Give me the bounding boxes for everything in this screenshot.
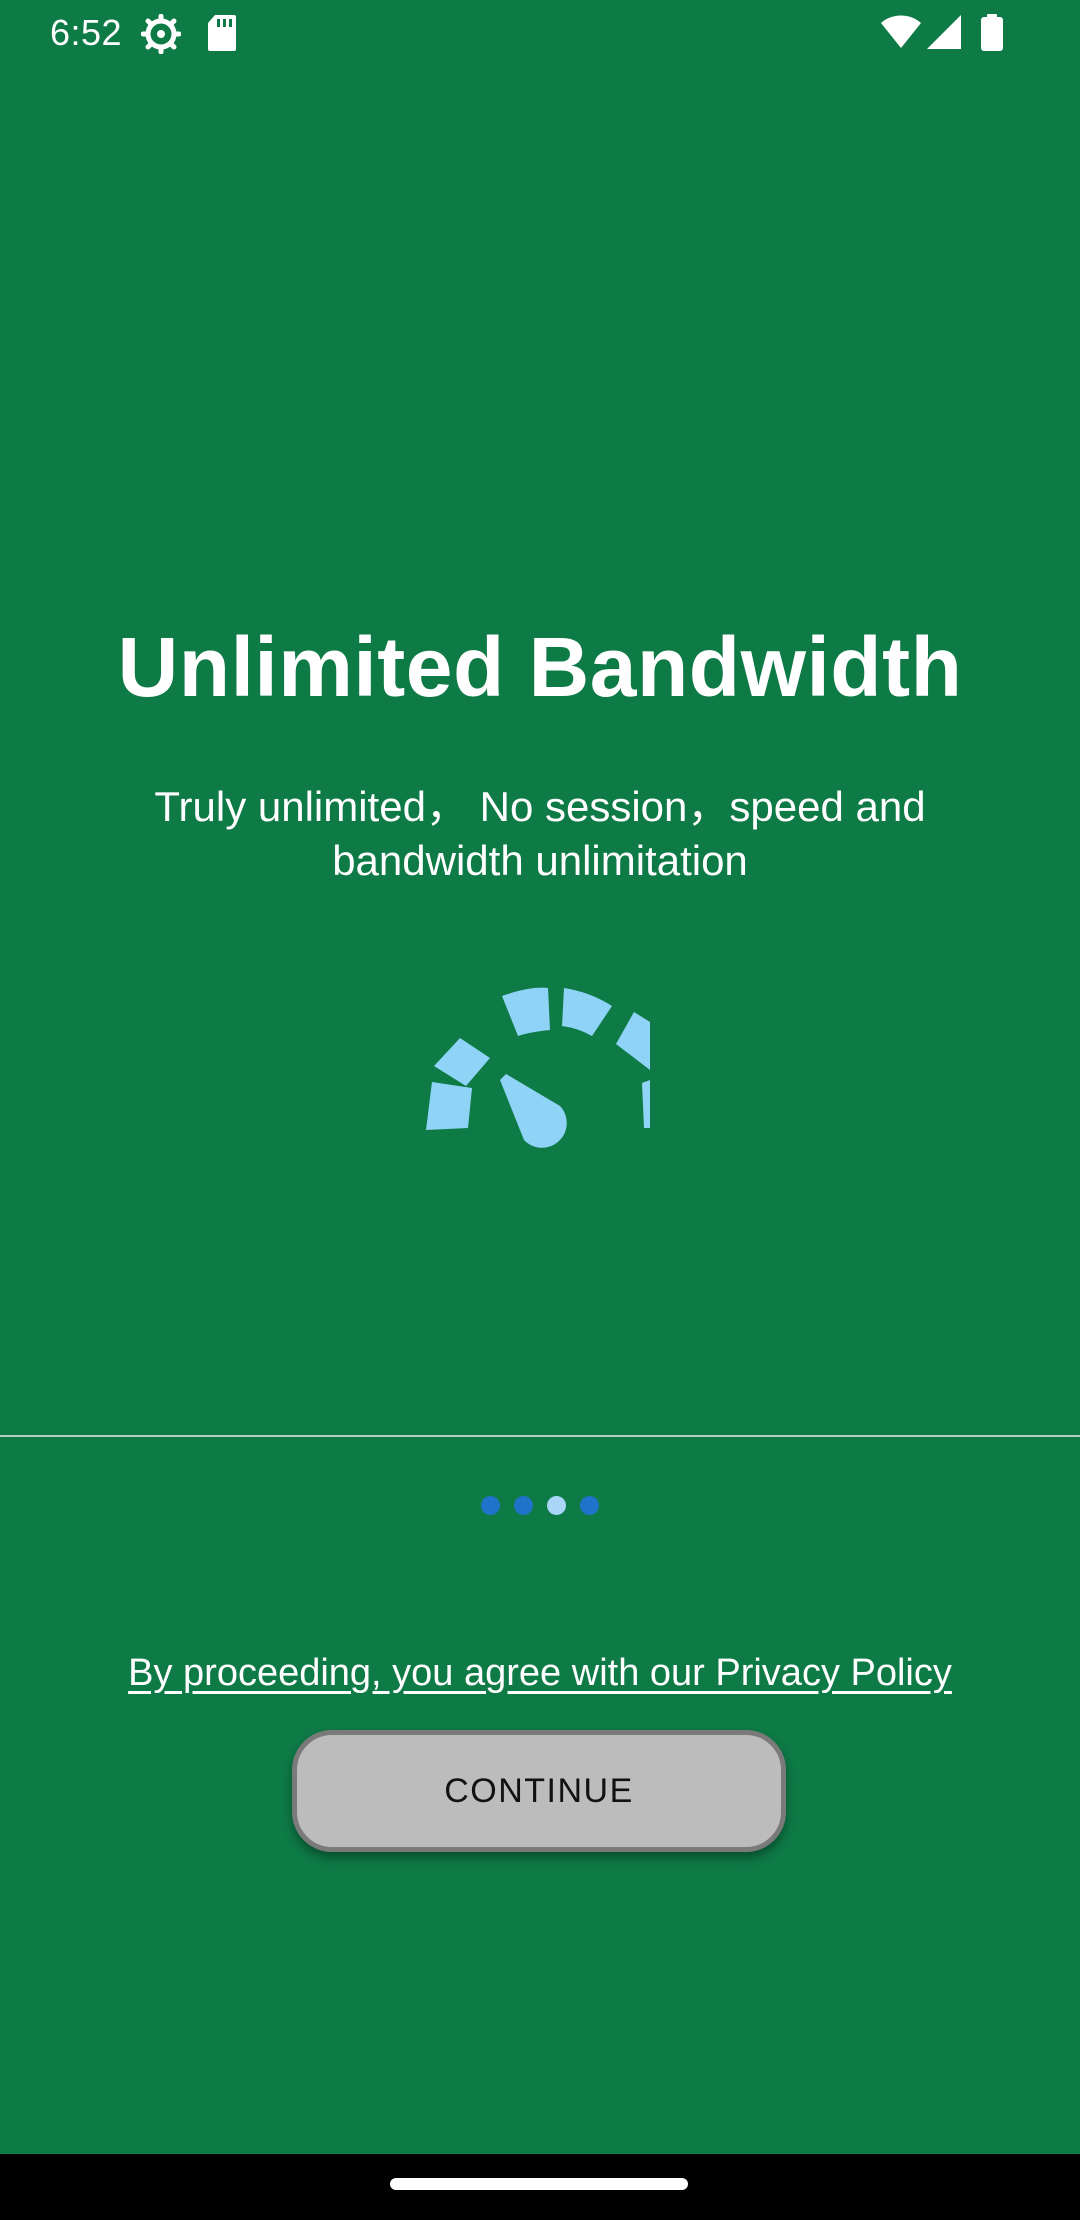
gauge-segment (642, 1080, 650, 1128)
page-title: Unlimited Bandwidth (117, 620, 963, 714)
page-dot (580, 1496, 599, 1515)
page-indicator (0, 1496, 1080, 1516)
status-time: 6:52 (50, 12, 123, 53)
onboarding-screen: 6:52 Unlimited Bandwidth Truly unlimited… (0, 0, 1080, 2220)
navigation-bar (0, 2154, 1080, 2220)
wifi-icon (881, 15, 921, 48)
gauge-needle (500, 1074, 567, 1148)
page-dot-active (547, 1496, 566, 1515)
subtitle-line-2: bandwidth unlimitation (332, 837, 748, 884)
gauge-segment (434, 1038, 490, 1086)
settings-gear-icon (141, 14, 181, 54)
subtitle-line-1: Truly unlimited， No session，speed and (154, 783, 926, 830)
gauge-segment (616, 1012, 650, 1070)
home-gesture-handle[interactable] (390, 2178, 688, 2190)
page-dot (514, 1496, 533, 1515)
battery-icon (981, 14, 1003, 51)
page-subtitle: Truly unlimited， No session，speed and ba… (110, 780, 970, 888)
gauge-segment (562, 988, 612, 1036)
speedometer-icon (426, 987, 650, 1148)
cell-signal-icon (927, 15, 961, 49)
status-bar: 6:52 (0, 0, 1080, 66)
gauge-segment (502, 987, 550, 1036)
divider (0, 1435, 1080, 1437)
continue-button[interactable]: CONTINUE (292, 1730, 786, 1852)
sd-card-icon (208, 15, 236, 51)
page-dot (481, 1496, 500, 1515)
privacy-policy-link[interactable]: By proceeding, you agree with our Privac… (0, 1648, 1080, 1698)
gauge-segment (426, 1082, 472, 1130)
